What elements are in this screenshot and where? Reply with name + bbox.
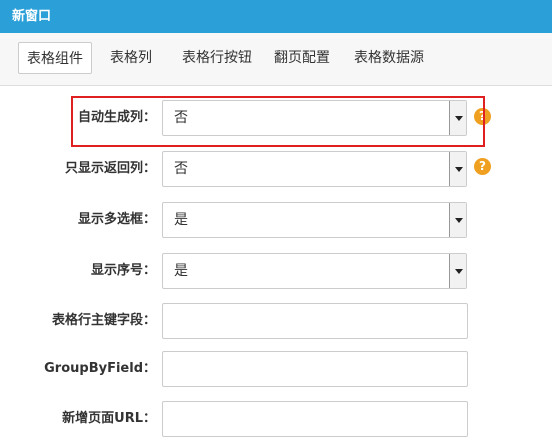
form-row-add-page-url: 新增页面URL： [0, 401, 552, 441]
chevron-down-icon[interactable] [449, 254, 466, 288]
form-row-primary-key-field: 表格行主键字段： [0, 303, 552, 343]
form-row-show-row-number: 显示序号： 是 [0, 253, 552, 293]
add-page-url-input[interactable] [162, 401, 468, 437]
form-row-auto-generate-columns: 自动生成列： 否 ? [0, 100, 552, 140]
show-row-number-value: 是 [174, 263, 188, 279]
chevron-down-icon[interactable] [449, 203, 466, 237]
tab-table-columns[interactable]: 表格列 [102, 42, 160, 74]
show-returned-columns-label: 只显示返回列： [64, 161, 156, 176]
show-returned-columns-value: 否 [174, 161, 188, 177]
form-row-show-multi-checkbox: 显示多选框： 是 [0, 202, 552, 242]
auto-generate-columns-value: 否 [174, 110, 188, 126]
tab-table-component[interactable]: 表格组件 [18, 42, 92, 74]
chevron-down-icon[interactable] [449, 101, 466, 135]
show-row-number-select[interactable]: 是 [162, 253, 467, 289]
auto-generate-columns-label: 自动生成列： [77, 110, 156, 125]
show-row-number-label: 显示序号： [90, 263, 156, 278]
show-multi-checkbox-select[interactable]: 是 [162, 202, 467, 238]
form-row-show-returned-columns: 只显示返回列： 否 ? [0, 151, 552, 191]
window-title: 新窗口 [0, 0, 552, 33]
tab-pagination[interactable]: 翻页配置 [270, 42, 334, 74]
tab-bar: 表格组件 表格列 表格行按钮 翻页配置 表格数据源 [0, 33, 552, 86]
auto-generate-columns-select[interactable]: 否 [162, 100, 467, 136]
group-by-field-input[interactable] [162, 351, 468, 387]
tab-row-buttons[interactable]: 表格行按钮 [170, 42, 264, 74]
show-multi-checkbox-value: 是 [174, 212, 188, 228]
add-page-url-label: 新增页面URL： [62, 411, 156, 426]
help-icon[interactable]: ? [474, 108, 491, 125]
primary-key-field-label: 表格行主键字段： [51, 313, 156, 328]
show-returned-columns-select[interactable]: 否 [162, 151, 467, 187]
tab-data-source[interactable]: 表格数据源 [348, 42, 430, 74]
help-icon[interactable]: ? [474, 158, 491, 175]
chevron-down-icon[interactable] [449, 152, 466, 186]
primary-key-field-input[interactable] [162, 303, 468, 339]
show-multi-checkbox-label: 显示多选框： [77, 212, 156, 227]
group-by-field-label: GroupByField： [44, 361, 156, 376]
form-row-group-by-field: GroupByField： [0, 351, 552, 391]
